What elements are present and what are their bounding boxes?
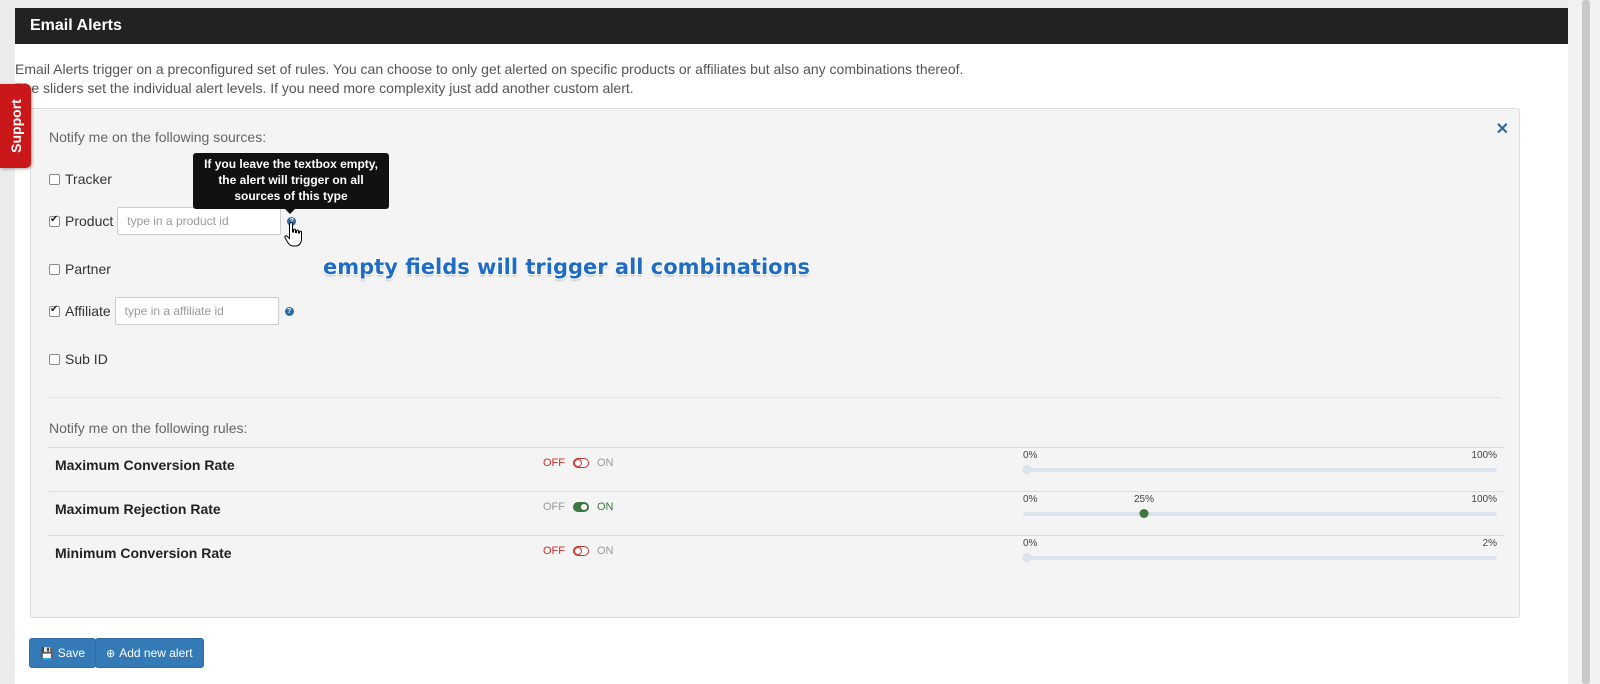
hand-cursor-icon	[284, 222, 302, 247]
toggle-off-label: OFF	[543, 545, 565, 557]
intro-text-line-1: Email Alerts trigger on a preconfigured …	[15, 61, 964, 77]
product-label: Product	[65, 213, 114, 229]
affiliate-checkbox[interactable]	[49, 304, 60, 317]
toggle-switch-icon[interactable]	[573, 458, 589, 468]
rule-slider[interactable]: 0% 25% 100%	[1023, 492, 1497, 536]
rule-name: Maximum Conversion Rate	[55, 457, 235, 473]
close-icon[interactable]: ✕	[1496, 119, 1509, 139]
annotation-text: empty fields will trigger all combinatio…	[323, 255, 811, 279]
slider-handle[interactable]	[1139, 509, 1149, 518]
floppy-disk-icon: 💾	[40, 646, 54, 660]
support-tab[interactable]: Support	[0, 84, 31, 168]
toggle-switch-icon[interactable]	[573, 546, 589, 556]
rule-toggle[interactable]: OFF ON	[543, 545, 614, 557]
source-row-product: Product ?	[49, 206, 297, 236]
toggle-on-label: ON	[597, 501, 614, 513]
intro-text-line-2: The sliders set the individual alert lev…	[15, 80, 634, 96]
rule-slider[interactable]: 0% 2%	[1022, 536, 1497, 580]
slider-min-label: 0%	[1023, 450, 1038, 461]
add-new-alert-button[interactable]: ⊕ Add new alert	[95, 638, 204, 668]
slider-max-label: 100%	[1471, 494, 1497, 505]
scrollbar-thumb[interactable]	[1582, 0, 1590, 684]
slider-max-label: 100%	[1471, 450, 1497, 461]
slider-handle[interactable]	[1022, 465, 1032, 474]
rule-row: Maximum Rejection Rate OFF ON 0% 25% 100…	[49, 491, 1503, 535]
save-button[interactable]: 💾 Save	[29, 638, 97, 668]
subid-label: Sub ID	[65, 351, 108, 367]
partner-checkbox[interactable]	[49, 263, 60, 275]
help-tooltip: If you leave the textbox empty, the aler…	[193, 153, 389, 214]
slider-max-label: 2%	[1482, 538, 1497, 549]
toggle-on-label: ON	[597, 545, 614, 557]
affiliate-help-icon[interactable]: ?	[284, 306, 294, 316]
sources-heading: Notify me on the following sources:	[49, 129, 267, 145]
plus-circle-icon: ⊕	[106, 646, 116, 660]
slider-value-label: 25%	[1133, 494, 1155, 505]
source-row-affiliate: Affiliate ?	[49, 296, 294, 326]
add-new-alert-label: Add new alert	[119, 646, 193, 660]
rule-name: Maximum Rejection Rate	[55, 501, 221, 517]
toggle-switch-icon[interactable]	[573, 502, 589, 512]
toggle-on-label: ON	[597, 457, 614, 469]
slider-min-label: 0%	[1023, 538, 1038, 549]
tracker-label: Tracker	[65, 171, 112, 187]
rule-name: Minimum Conversion Rate	[55, 545, 232, 561]
tracker-checkbox[interactable]	[49, 173, 60, 185]
panel-header: Email Alerts	[15, 8, 1568, 44]
rule-toggle[interactable]: OFF ON	[543, 501, 614, 513]
rule-toggle[interactable]: OFF ON	[543, 457, 614, 469]
slider-handle[interactable]	[1022, 553, 1032, 562]
source-row-subid: Sub ID	[49, 344, 112, 374]
product-id-input[interactable]	[117, 207, 282, 235]
slider-track[interactable]	[1023, 468, 1497, 472]
toggle-off-label: OFF	[543, 501, 565, 513]
subid-checkbox[interactable]	[49, 353, 60, 365]
slider-track[interactable]	[1023, 512, 1497, 516]
rule-slider[interactable]: 0% 100%	[1022, 448, 1497, 492]
support-tab-label: Support	[7, 99, 24, 153]
slider-track[interactable]	[1023, 556, 1497, 560]
rules-heading: Notify me on the following rules:	[49, 420, 248, 436]
affiliate-label: Affiliate	[65, 303, 111, 319]
source-row-tracker: Tracker	[49, 164, 116, 194]
source-row-partner: Partner	[49, 254, 115, 284]
rule-row: Maximum Conversion Rate OFF ON 0% 100%	[49, 447, 1503, 491]
product-checkbox[interactable]	[49, 214, 60, 227]
page-title: Email Alerts	[30, 17, 122, 34]
toggle-off-label: OFF	[543, 457, 565, 469]
section-divider	[49, 397, 1501, 398]
affiliate-id-input[interactable]	[114, 297, 279, 325]
slider-min-label: 0%	[1023, 494, 1038, 505]
rule-row: Minimum Conversion Rate OFF ON 0% 2%	[49, 535, 1503, 579]
alert-config-box: ✕ Notify me on the following sources: Tr…	[30, 108, 1520, 618]
save-button-label: Save	[57, 646, 86, 660]
partner-label: Partner	[65, 261, 111, 277]
